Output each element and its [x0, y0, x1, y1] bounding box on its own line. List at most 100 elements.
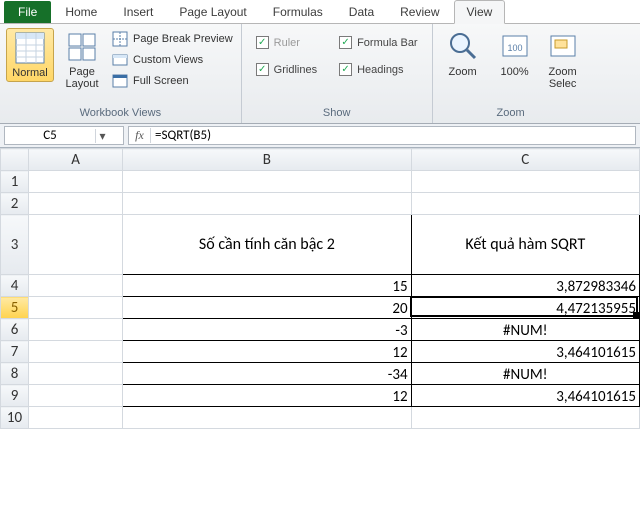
- page-break-label: Page Break Preview: [133, 33, 233, 45]
- tab-view[interactable]: View: [454, 0, 506, 24]
- cell-a7[interactable]: [29, 341, 123, 363]
- row-header-5[interactable]: 5: [1, 297, 29, 319]
- col-header-a[interactable]: A: [29, 149, 123, 171]
- formula-bar-checkbox[interactable]: ✓Formula Bar: [337, 34, 420, 51]
- svg-text:100: 100: [507, 43, 522, 53]
- zoom-selection-button[interactable]: Zoom Selec: [543, 28, 583, 92]
- magnifier-icon: [447, 30, 479, 64]
- row-header-10[interactable]: 10: [1, 407, 29, 429]
- page-layout-icon: [66, 30, 98, 64]
- row-header-2[interactable]: 2: [1, 193, 29, 215]
- group-zoom: Zoom 100 100% Zoom Selec Zoom: [433, 24, 589, 123]
- file-tab[interactable]: File: [4, 1, 51, 23]
- cell-c10[interactable]: [411, 407, 639, 429]
- cell-c1[interactable]: [411, 171, 639, 193]
- cell-a1[interactable]: [29, 171, 123, 193]
- cell-b2[interactable]: [123, 193, 411, 215]
- cell-c3[interactable]: Kết quả hàm SQRT: [411, 215, 639, 275]
- cell-c4[interactable]: 3,872983346: [411, 275, 639, 297]
- row-header-6[interactable]: 6: [1, 319, 29, 341]
- tab-page-layout[interactable]: Page Layout: [167, 1, 258, 23]
- name-box-input[interactable]: [5, 128, 95, 143]
- headings-checkbox[interactable]: ✓Headings: [337, 61, 420, 78]
- normal-view-button[interactable]: Normal: [6, 28, 54, 82]
- custom-views-label: Custom Views: [133, 54, 203, 66]
- row-header-3[interactable]: 3: [1, 215, 29, 275]
- cell-a5[interactable]: [29, 297, 123, 319]
- row-header-4[interactable]: 4: [1, 275, 29, 297]
- name-box[interactable]: ▾: [4, 126, 124, 145]
- cell-b8[interactable]: -34: [123, 363, 411, 385]
- cell-b5[interactable]: 20: [123, 297, 411, 319]
- full-screen-button[interactable]: Full Screen: [110, 72, 235, 90]
- cell-a2[interactable]: [29, 193, 123, 215]
- cell-b10[interactable]: [123, 407, 411, 429]
- formula-bar: ▾ fx: [0, 124, 640, 148]
- cell-c9[interactable]: 3,464101615: [411, 385, 639, 407]
- col-header-b[interactable]: B: [123, 149, 411, 171]
- cell-c6[interactable]: #NUM!: [411, 319, 639, 341]
- cell-c5[interactable]: 4,472135955: [411, 297, 639, 319]
- checkbox-icon: ✓: [339, 36, 352, 49]
- row-header-9[interactable]: 9: [1, 385, 29, 407]
- tab-insert[interactable]: Insert: [111, 1, 165, 23]
- normal-view-label: Normal: [12, 67, 47, 79]
- cell-a4[interactable]: [29, 275, 123, 297]
- checkbox-icon: ✓: [256, 63, 269, 76]
- row-header-1[interactable]: 1: [1, 171, 29, 193]
- row-header-8[interactable]: 8: [1, 363, 29, 385]
- group-label-workbook-views: Workbook Views: [6, 105, 235, 121]
- tab-data[interactable]: Data: [337, 1, 386, 23]
- normal-view-icon: [14, 31, 46, 65]
- cell-b4[interactable]: 15: [123, 275, 411, 297]
- group-workbook-views: Normal Page Layout Page Break Preview Cu…: [0, 24, 242, 123]
- formula-input[interactable]: [151, 128, 635, 143]
- zoom-selection-label: Zoom Selec: [549, 66, 577, 90]
- checkbox-icon: ✓: [256, 36, 269, 49]
- name-box-dropdown[interactable]: ▾: [95, 129, 109, 143]
- cell-a9[interactable]: [29, 385, 123, 407]
- cell-c2[interactable]: [411, 193, 639, 215]
- tab-home[interactable]: Home: [53, 1, 109, 23]
- zoom-label: Zoom: [449, 66, 477, 78]
- cell-a3[interactable]: [29, 215, 123, 275]
- page-break-icon: [112, 31, 128, 47]
- cell-a8[interactable]: [29, 363, 123, 385]
- page-break-preview-button[interactable]: Page Break Preview: [110, 30, 235, 48]
- row-header-7[interactable]: 7: [1, 341, 29, 363]
- cell-a10[interactable]: [29, 407, 123, 429]
- custom-views-button[interactable]: Custom Views: [110, 51, 235, 69]
- group-label-zoom: Zoom: [439, 105, 583, 121]
- page-layout-view-button[interactable]: Page Layout: [58, 28, 106, 92]
- ribbon-tabs: File Home Insert Page Layout Formulas Da…: [0, 0, 640, 24]
- page-layout-view-label: Page Layout: [65, 66, 98, 90]
- checkbox-icon: ✓: [339, 63, 352, 76]
- custom-views-icon: [112, 52, 128, 68]
- ruler-checkbox[interactable]: ✓Ruler: [254, 34, 319, 51]
- zoom-100-button[interactable]: 100 100%: [491, 28, 539, 80]
- zoom-selection-icon: [547, 30, 579, 64]
- cell-c7[interactable]: 3,464101615: [411, 341, 639, 363]
- col-header-c[interactable]: C: [411, 149, 639, 171]
- cell-b7[interactable]: 12: [123, 341, 411, 363]
- fx-button[interactable]: fx: [129, 128, 151, 143]
- cell-b6[interactable]: -3: [123, 319, 411, 341]
- tab-formulas[interactable]: Formulas: [261, 1, 335, 23]
- cell-b3[interactable]: Số cần tính căn bậc 2: [123, 215, 411, 275]
- cell-c8[interactable]: #NUM!: [411, 363, 639, 385]
- ribbon: Normal Page Layout Page Break Preview Cu…: [0, 24, 640, 124]
- cell-a6[interactable]: [29, 319, 123, 341]
- select-all-corner[interactable]: [1, 149, 29, 171]
- zoom-100-label: 100%: [501, 66, 529, 78]
- full-screen-label: Full Screen: [133, 75, 189, 87]
- gridlines-checkbox[interactable]: ✓Gridlines: [254, 61, 319, 78]
- zoom-button[interactable]: Zoom: [439, 28, 487, 80]
- tab-review[interactable]: Review: [388, 1, 451, 23]
- zoom-100-icon: 100: [499, 30, 531, 64]
- group-label-show: Show: [248, 105, 426, 121]
- full-screen-icon: [112, 73, 128, 89]
- cell-b1[interactable]: [123, 171, 411, 193]
- cell-b9[interactable]: 12: [123, 385, 411, 407]
- group-show: ✓Ruler ✓Gridlines ✓Formula Bar ✓Headings…: [242, 24, 433, 123]
- spreadsheet-grid[interactable]: A B C 1 2 3 Số cần tính căn bậc 2Kết quả …: [0, 148, 640, 429]
